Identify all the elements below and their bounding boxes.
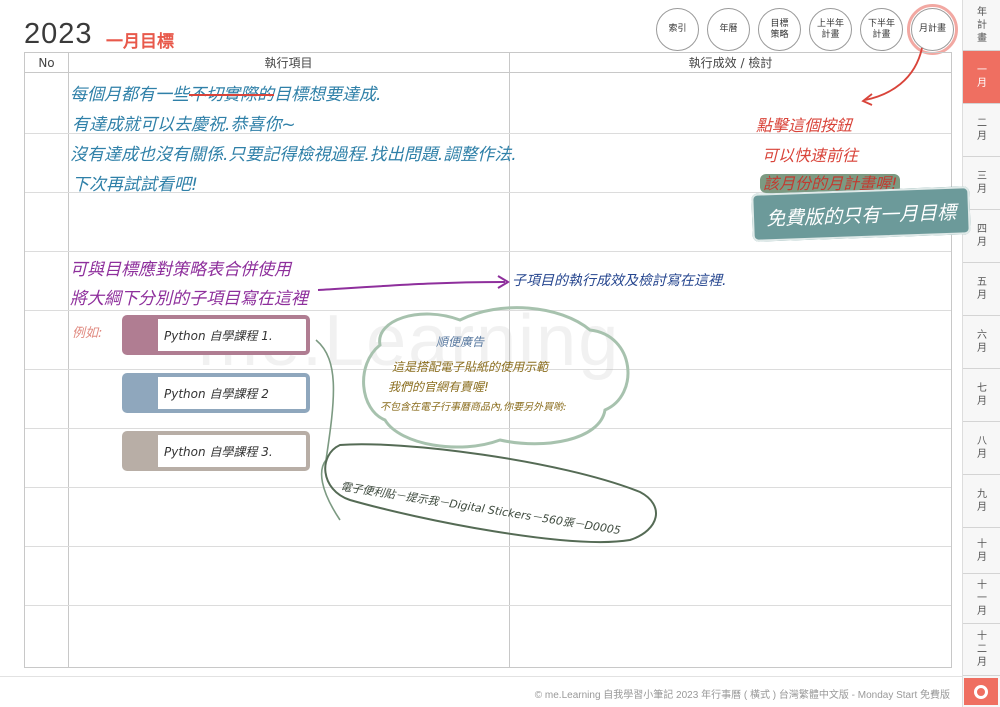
sticker-tab: [126, 377, 158, 409]
footer-text: © me.Learning 自我學習小筆記 2023 年行事曆 ( 橫式 ) 台…: [534, 690, 950, 701]
sticker-tab: [126, 319, 158, 351]
sticker-label: Python 自學課程 1.: [164, 328, 273, 343]
ad-line-3: 不包含在電子行事曆商品內,你要另外買喲:: [380, 402, 567, 413]
callout-line-2: 可以快速前往: [762, 146, 859, 165]
sticker-label: Python 自學課程 3.: [164, 444, 273, 459]
callout-line-1: 點擊這個按鈕: [756, 116, 853, 135]
free-version-note: 免費版的只有一月目標: [751, 186, 971, 242]
arrow-line: [864, 47, 923, 101]
sticker-1: Python 自學課程 1.: [122, 315, 310, 355]
arrow-line: [317, 281, 506, 291]
ad-line-2: 我們的官網有賣喔!: [388, 380, 489, 394]
ad-title: 順便廣告: [436, 335, 485, 349]
sticker-label: Python 自學課程 2: [164, 386, 269, 401]
footer-divider: [0, 676, 962, 677]
sticker-tab: [126, 435, 158, 467]
sticker-2: Python 自學課程 2: [122, 373, 310, 413]
sticker-3: Python 自學課程 3.: [122, 431, 310, 471]
ad-line-1: 這是搭配電子貼紙的使用示範: [392, 360, 549, 374]
